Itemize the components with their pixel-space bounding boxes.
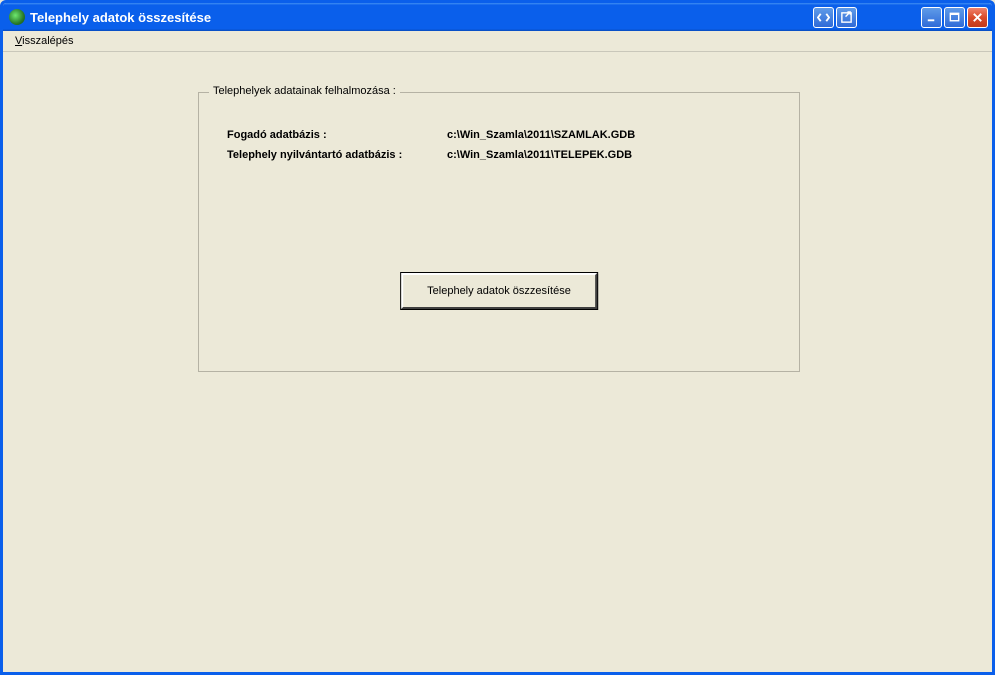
menu-back[interactable]: Visszalépés <box>9 33 80 49</box>
summarize-button[interactable]: Telephely adatok öszzesítése <box>401 273 597 309</box>
nav-left-right-button[interactable] <box>813 7 834 28</box>
receiver-db-value: c:\Win_Szamla\2011\SZAMLAK.GDB <box>447 129 635 141</box>
menubar: Visszalépés <box>3 31 992 52</box>
titlebar-controls <box>813 7 988 28</box>
group-accumulation: Telephelyek adatainak felhalmozása : Fog… <box>198 92 800 372</box>
fields: Fogadó adatbázis : c:\Win_Szamla\2011\SZ… <box>199 93 799 205</box>
site-db-label: Telephely nyilvántartó adatbázis : <box>227 149 447 161</box>
content-area: Telephelyek adatainak felhalmozása : Fog… <box>3 52 992 92</box>
field-row-receiver-db: Fogadó adatbázis : c:\Win_Szamla\2011\SZ… <box>227 129 771 141</box>
app-icon <box>9 9 25 25</box>
close-button[interactable] <box>967 7 988 28</box>
minimize-button[interactable] <box>921 7 942 28</box>
receiver-db-label: Fogadó adatbázis : <box>227 129 447 141</box>
titlebar: Telephely adatok összesítése <box>3 3 992 31</box>
window-title: Telephely adatok összesítése <box>30 10 813 25</box>
external-button[interactable] <box>836 7 857 28</box>
field-row-site-db: Telephely nyilvántartó adatbázis : c:\Wi… <box>227 149 771 161</box>
app-window: Telephely adatok összesítése Visszalépés <box>0 0 995 675</box>
group-legend: Telephelyek adatainak felhalmozása : <box>209 85 400 97</box>
site-db-value: c:\Win_Szamla\2011\TELEPEK.GDB <box>447 149 632 161</box>
maximize-button[interactable] <box>944 7 965 28</box>
